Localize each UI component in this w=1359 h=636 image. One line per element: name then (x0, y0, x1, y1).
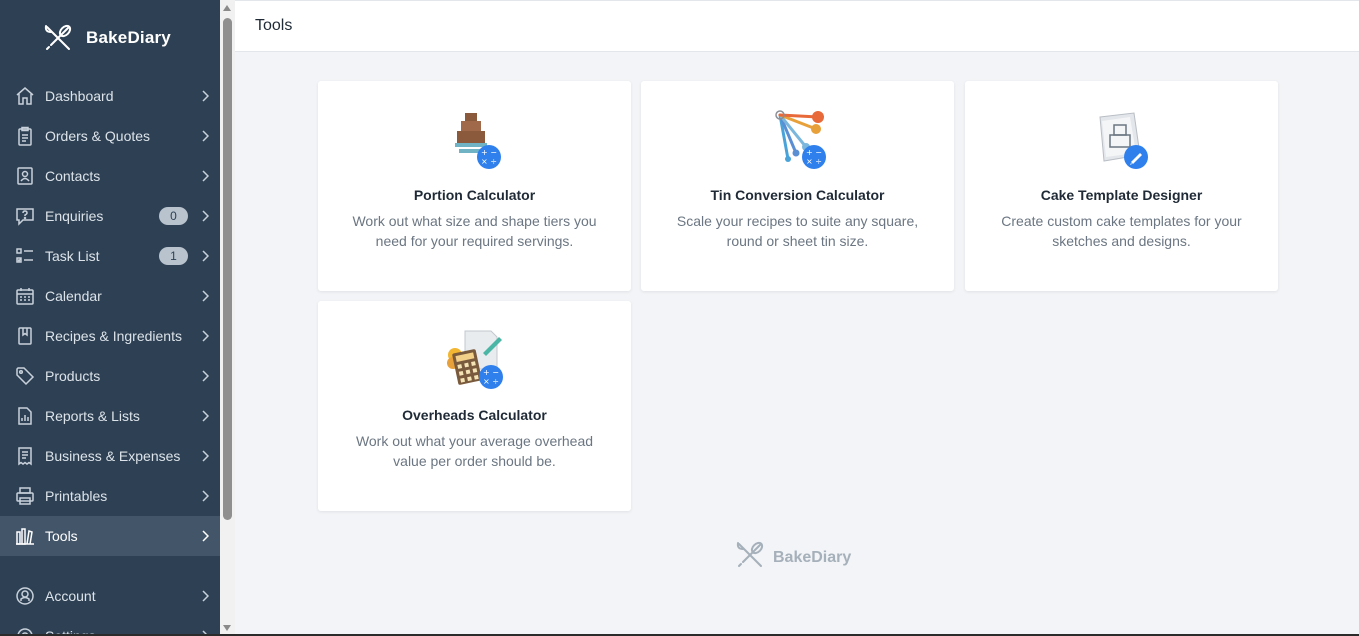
sidebar-item-orders-quotes[interactable]: Orders & Quotes (0, 116, 220, 156)
sidebar-item-recipes-ingredients[interactable]: Recipes & Ingredients (0, 316, 220, 356)
svg-text:× ÷: × ÷ (806, 157, 822, 166)
sidebar-item-tools[interactable]: Tools (0, 516, 220, 556)
sidebar-item-label: Products (45, 368, 101, 384)
sidebar-item-label: Calendar (45, 288, 102, 304)
account-icon (14, 585, 36, 607)
sidebar-item-enquiries[interactable]: Enquiries 0 (0, 196, 220, 236)
cake-template-icon (1090, 109, 1154, 173)
count-badge: 0 (159, 207, 188, 225)
whisk-spatula-logo-icon (735, 540, 765, 575)
contact-card-icon (14, 165, 36, 187)
chevron-right-icon (200, 129, 210, 143)
whisk-spatula-logo-icon (42, 22, 74, 54)
sidebar-item-calendar[interactable]: Calendar (0, 276, 220, 316)
sidebar-item-contacts[interactable]: Contacts (0, 156, 220, 196)
page-title: Tools (255, 17, 293, 34)
sidebar-item-label: Account (45, 588, 96, 604)
sidebar-nav: Dashboard Orders & Quotes Contacts Enqui… (0, 76, 220, 636)
sidebar-item-business-expenses[interactable]: Business & Expenses (0, 436, 220, 476)
sidebar-item-products[interactable]: Products (0, 356, 220, 396)
printer-icon (14, 485, 36, 507)
tool-card-tin-conversion-calculator[interactable]: + − × ÷ Tin Conversion Calculator Scale … (641, 81, 954, 291)
card-title: Overheads Calculator (402, 407, 547, 423)
sidebar-item-dashboard[interactable]: Dashboard (0, 76, 220, 116)
chevron-right-icon (200, 329, 210, 343)
main-content: Tools + − × ÷ Portion Calculator Work ou… (235, 0, 1359, 636)
clipboard-icon (14, 125, 36, 147)
brand-name: BakeDiary (86, 28, 171, 47)
chevron-right-icon (200, 249, 210, 263)
card-description: Work out what your average overhead valu… (355, 433, 594, 469)
question-bubble-icon (14, 205, 36, 227)
sidebar: BakeDiary Dashboard Orders & Quotes Cont… (0, 0, 220, 636)
tag-icon (14, 365, 36, 387)
calculator-coins-icon: + − × ÷ (443, 329, 507, 393)
sidebar-item-label: Contacts (45, 168, 101, 184)
sidebar-item-printables[interactable]: Printables (0, 476, 220, 516)
tool-card-portion-calculator[interactable]: + − × ÷ Portion Calculator Work out what… (318, 81, 631, 291)
sidebar-item-label: Reports & Lists (45, 408, 140, 424)
sidebar-item-label: Printables (45, 488, 108, 504)
sidebar-item-settings[interactable]: Settings (0, 616, 220, 636)
book-icon (14, 325, 36, 347)
svg-text:+ −: + − (483, 368, 499, 377)
footer-logo: BakeDiary (735, 540, 851, 575)
sidebar-item-label: Orders & Quotes (45, 128, 151, 144)
chevron-right-icon (200, 89, 210, 103)
checklist-icon (14, 245, 36, 267)
sidebar-scrollbar[interactable] (220, 0, 235, 636)
chevron-right-icon (200, 409, 210, 423)
chevron-right-icon (200, 449, 210, 463)
cake-calculator-icon: + − × ÷ (443, 109, 507, 173)
report-icon (14, 405, 36, 427)
svg-text:× ÷: × ÷ (483, 377, 499, 386)
scroll-up-arrow-icon[interactable] (223, 5, 231, 11)
svg-text:× ÷: × ÷ (481, 157, 497, 166)
card-description: Work out what size and shape tiers you n… (352, 213, 597, 249)
sidebar-item-account[interactable]: Account (0, 576, 220, 616)
chevron-right-icon (200, 489, 210, 503)
card-description: Scale your recipes to suite any square, … (676, 213, 919, 249)
chevron-right-icon (200, 169, 210, 183)
tool-card-overheads-calculator[interactable]: + − × ÷ Overheads Calculator Work out wh… (318, 301, 631, 511)
sidebar-item-label: Enquiries (45, 208, 104, 224)
footer-brand-name: BakeDiary (773, 548, 852, 566)
svg-text:+ −: + − (481, 148, 497, 157)
sidebar-item-label: Business & Expenses (45, 448, 181, 464)
chevron-right-icon (200, 289, 210, 303)
chevron-right-icon (200, 529, 210, 543)
brand[interactable]: BakeDiary (0, 0, 220, 76)
card-title: Portion Calculator (413, 187, 536, 203)
calendar-icon (14, 285, 36, 307)
chevron-right-icon (200, 209, 210, 223)
count-badge: 1 (159, 247, 188, 265)
chevron-right-icon (200, 369, 210, 383)
card-description: Create custom cake templates for your sk… (1001, 213, 1242, 249)
page-header: Tools (235, 0, 1359, 52)
receipt-icon (14, 445, 36, 467)
svg-text:+ −: + − (806, 148, 822, 157)
sidebar-item-label: Task List (45, 248, 100, 264)
tools-icon (14, 525, 36, 547)
scroll-down-arrow-icon[interactable] (223, 625, 231, 631)
scrollbar-thumb[interactable] (223, 18, 232, 520)
card-title: Tin Conversion Calculator (710, 187, 885, 203)
sidebar-item-label: Recipes & Ingredients (45, 328, 182, 344)
sidebar-item-label: Tools (45, 528, 78, 544)
sidebar-item-task-list[interactable]: Task List 1 (0, 236, 220, 276)
chevron-right-icon (200, 589, 210, 603)
tool-card-cake-template-designer[interactable]: Cake Template Designer Create custom cak… (965, 81, 1278, 291)
sidebar-item-label: Dashboard (45, 88, 114, 104)
home-icon (14, 85, 36, 107)
nav-spacer (0, 556, 220, 576)
sidebar-item-reports-lists[interactable]: Reports & Lists (0, 396, 220, 436)
card-title: Cake Template Designer (1040, 187, 1203, 203)
measuring-spoons-icon: + − × ÷ (766, 109, 830, 173)
